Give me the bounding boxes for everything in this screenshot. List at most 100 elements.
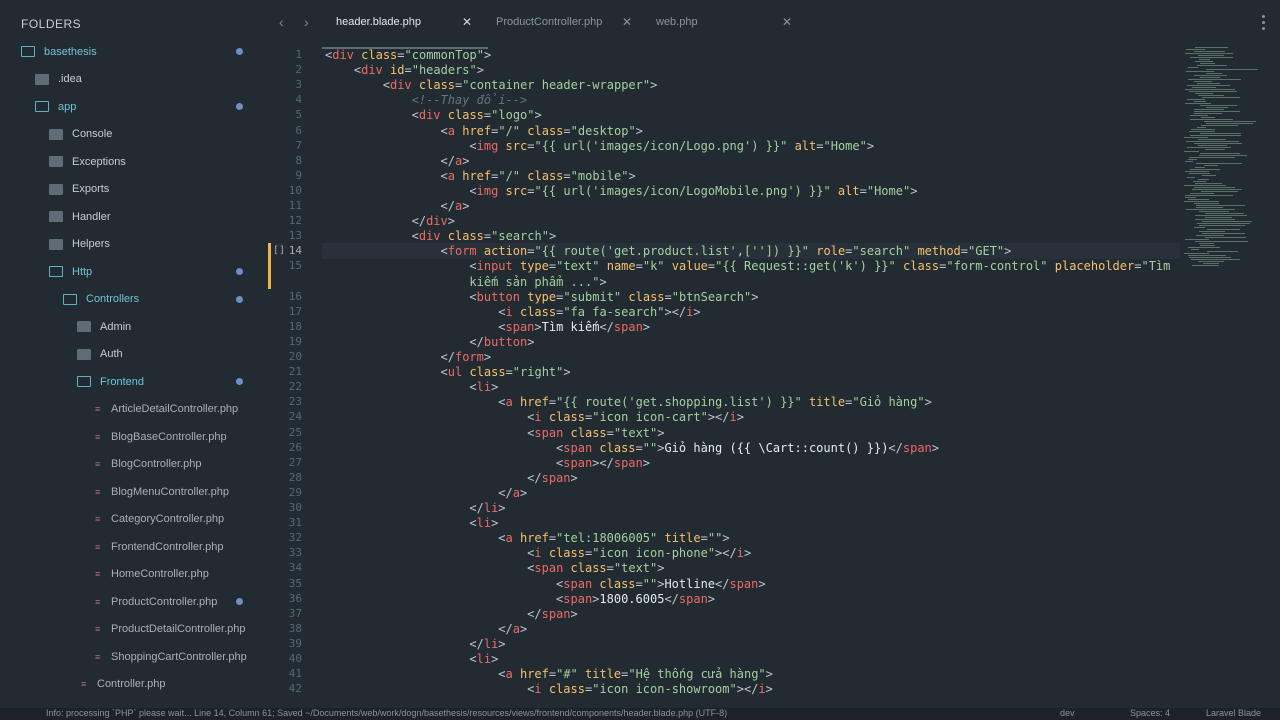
code-line[interactable]: <span>Tìm kiếm</span> xyxy=(498,320,650,334)
minimap-line xyxy=(1184,185,1226,186)
tab-web[interactable]: web.php ✕ xyxy=(656,0,796,44)
vertical-dots-icon[interactable] xyxy=(1262,15,1266,33)
code-line[interactable]: <div class="container header-wrapper"> xyxy=(383,78,658,92)
modified-indicator xyxy=(236,268,243,275)
code-line[interactable]: <li> xyxy=(469,652,498,666)
code-line[interactable]: <input type="text" name="k" value="{{ Re… xyxy=(469,259,1170,273)
file-item[interactable]: ≡ CategoryController.php xyxy=(0,506,268,533)
code-token: </ xyxy=(469,334,484,349)
code-token: "btnSearch" xyxy=(671,289,752,304)
tab-header-blade[interactable]: header.blade.php ✕ xyxy=(336,0,476,44)
file-item[interactable]: ≡ Controller.php xyxy=(0,671,268,698)
file-item[interactable]: ≡ ProductDetailController.php xyxy=(0,616,268,643)
folder-item[interactable]: .idea xyxy=(0,66,268,93)
code-line[interactable]: <span></span> xyxy=(556,456,650,470)
tab-product-controller[interactable]: ProductController.php ✕ xyxy=(496,0,636,44)
folder-item[interactable]: app xyxy=(0,93,268,120)
code-line[interactable]: <ul class="right"> xyxy=(441,365,571,379)
code-line[interactable]: <li> xyxy=(469,380,498,394)
code-line[interactable]: <li> xyxy=(469,516,498,530)
php-file-icon: ≡ xyxy=(95,651,101,662)
code-line[interactable]: </div> xyxy=(412,214,455,228)
code-line[interactable]: </button> xyxy=(469,335,534,349)
code-line[interactable]: <!--Thay đổi--> xyxy=(412,93,528,107)
code-line[interactable]: </a> xyxy=(498,486,527,500)
code-token: </ xyxy=(527,606,542,621)
code-line[interactable]: <i class="fa fa-search"></i> xyxy=(498,305,700,319)
code-line[interactable]: <span>1800.6005</span> xyxy=(556,592,715,606)
folder-item[interactable]: Exceptions xyxy=(0,148,268,175)
code-line[interactable]: </a> xyxy=(441,154,470,168)
code-line[interactable]: <a href="/" class="mobile"> xyxy=(441,169,636,183)
code-token: > xyxy=(570,606,578,621)
close-icon[interactable]: ✕ xyxy=(782,15,792,29)
code-line[interactable]: <form action = "{{ route('get.product.list… xyxy=(441,244,1012,258)
folder-item[interactable]: Controllers xyxy=(0,286,268,313)
code-token: </ xyxy=(469,501,484,515)
folder-item[interactable]: Auth xyxy=(0,341,268,368)
code-line[interactable]: <i class="icon icon-phone"></i> xyxy=(527,546,751,560)
code-line[interactable]: <div class="commonTop"> xyxy=(325,48,491,62)
close-icon[interactable]: ✕ xyxy=(622,15,632,29)
code-token: Giỏ hàng ({{ \Cart::count() }}) xyxy=(664,440,889,455)
folder-item[interactable]: Frontend xyxy=(0,368,268,395)
folder-item[interactable]: Admin xyxy=(0,313,268,340)
code-line[interactable]: <a href="/" class="desktop"> xyxy=(441,124,643,138)
code-line[interactable]: <img src = "{{ url('images/icon/LogoMobile… xyxy=(469,184,917,198)
minimap-line xyxy=(1193,181,1206,182)
minimap-line xyxy=(1207,229,1240,230)
folder-item[interactable]: Exports xyxy=(0,176,268,203)
code-line[interactable]: <a href="tel:18006005" title=""> xyxy=(498,531,729,545)
file-item[interactable]: ≡ BlogMenuController.php xyxy=(0,478,268,505)
chevron-left-icon[interactable]: ‹ xyxy=(279,14,284,30)
indentation-status[interactable]: Spaces: 4 xyxy=(1130,708,1170,718)
code-line[interactable]: kiếm sản phẩm ..."> xyxy=(469,275,606,289)
code-line[interactable]: <div class="logo"> xyxy=(412,108,542,122)
code-line[interactable]: </span> xyxy=(527,607,578,621)
file-item[interactable]: ≡ FrontendController.php xyxy=(0,533,268,560)
chevron-right-icon[interactable]: › xyxy=(304,14,309,30)
folder-item[interactable]: Handler xyxy=(0,203,268,230)
file-item[interactable]: ≡ HomeController.php xyxy=(0,561,268,588)
code-line[interactable]: </span> xyxy=(527,471,578,485)
folder-item[interactable]: Http xyxy=(0,258,268,285)
code-line[interactable]: </form> xyxy=(441,350,492,364)
folder-item[interactable]: basethesis xyxy=(0,38,268,65)
code-line[interactable]: <div id="headers"> xyxy=(354,63,484,77)
code-line[interactable]: <i class="icon icon-showroom"></i> xyxy=(527,682,773,696)
code-line[interactable]: <a href="#" title="Hệ thống cửa hàng"> xyxy=(498,667,773,681)
code-editor[interactable]: 1 2 3 4 5 6 7 8 9 10 11 12 13 14 15 16 17 18 19 20 21 22 23 24 2… xyxy=(268,44,1180,708)
code-line[interactable]: <span class="text"> xyxy=(527,426,664,440)
code-token: "/" xyxy=(498,168,521,183)
code-line[interactable]: <span class="text"> xyxy=(527,561,664,575)
minimap[interactable] xyxy=(1180,44,1280,708)
code-line[interactable]: <a href="{{ route('get.shopping.list') }… xyxy=(498,395,932,409)
file-item[interactable]: ≡ ProductController.php xyxy=(0,588,268,615)
code-line[interactable]: </li> xyxy=(469,501,505,515)
folder-item[interactable]: Console xyxy=(0,121,268,148)
code-token: div xyxy=(418,229,441,244)
file-item[interactable]: ≡ ShoppingCartController.php xyxy=(0,643,268,670)
file-item[interactable]: ≡ BlogBaseController.php xyxy=(0,423,268,450)
folder-item[interactable]: Helpers xyxy=(0,231,268,258)
close-icon[interactable]: ✕ xyxy=(462,15,472,29)
git-branch[interactable]: dev xyxy=(1060,708,1075,718)
code-line[interactable]: </li> xyxy=(469,637,505,651)
code-line[interactable]: <img src = "{{ url('images/icon/Logo.png')… xyxy=(469,139,874,153)
code-line[interactable]: <button type="submit" class="btnSearch"> xyxy=(469,290,758,304)
code-line[interactable]: <span class="">Hotline</span> xyxy=(556,577,766,591)
code-line[interactable]: <div class="search"> xyxy=(412,229,557,243)
code-line[interactable]: </a> xyxy=(441,199,470,213)
code-token: > xyxy=(657,561,665,576)
minimap-line xyxy=(1197,223,1250,224)
file-item[interactable]: ≡ BlogController.php xyxy=(0,451,268,478)
code-token: <!--Thay đổi--> xyxy=(411,93,528,108)
code-token: > xyxy=(635,123,643,138)
code-token: = xyxy=(664,289,672,304)
code-line[interactable]: </a> xyxy=(498,622,527,636)
code-line[interactable]: <span class="">Giỏ hàng ({{ \Cart::count… xyxy=(556,441,939,455)
code-line[interactable]: <i class="icon icon-cart"></i> xyxy=(527,410,744,424)
file-item[interactable]: ≡ ArticleDetailController.php xyxy=(0,396,268,423)
tree-item-label: ProductDetailController.php xyxy=(111,623,246,635)
syntax-status[interactable]: Laravel Blade xyxy=(1206,708,1261,718)
